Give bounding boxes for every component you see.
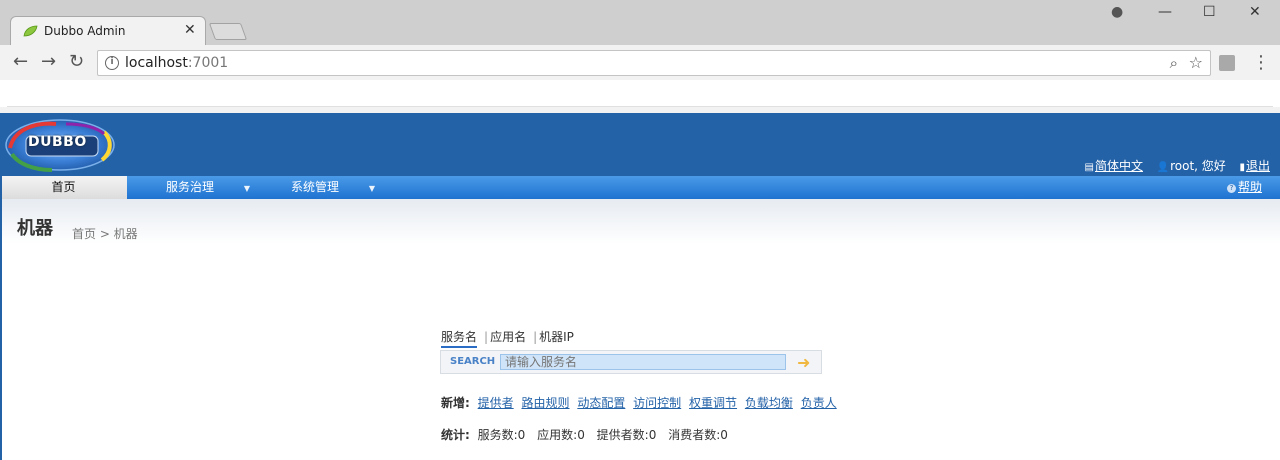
close-window-button[interactable]: ✕ (1249, 4, 1261, 20)
user-greeting: root, 您好 (1170, 159, 1226, 173)
add-loadbalance-link[interactable]: 负载均衡 (745, 396, 793, 410)
user-icon: 👤 (1156, 162, 1170, 173)
search-label: SEARCH (450, 356, 496, 367)
add-access-link[interactable]: 访问控制 (633, 396, 681, 410)
account-icon[interactable]: ● (1111, 4, 1123, 20)
browser-tab-strip: Dubbo Admin ✕ ● — ☐ ✕ (0, 0, 1280, 45)
url-text[interactable]: localhost:7001 (125, 55, 228, 71)
content-header-bg (0, 199, 1280, 244)
search-input[interactable] (500, 354, 786, 370)
nav-item-label: 系统管理 (291, 180, 340, 194)
language-link[interactable]: 简体中文 (1095, 159, 1143, 173)
extension-icon[interactable] (1219, 55, 1235, 71)
minimize-button[interactable]: — (1158, 4, 1172, 20)
nav-item-label: 服务治理 (166, 180, 215, 194)
tab-close-icon[interactable]: ✕ (184, 22, 196, 38)
chevron-down-icon: ▼ (243, 184, 250, 193)
left-border (0, 113, 2, 460)
stat-providers: 提供者数:0 (596, 428, 657, 442)
header-links: ▤简体中文 👤root, 您好 ▮退出 (1085, 157, 1270, 174)
url-port: :7001 (187, 55, 229, 71)
nav-item-service-governance[interactable]: 服务治理 ▼ (166, 176, 250, 199)
search-tabs: 服务名 | 应用名 | 机器IP (441, 328, 574, 348)
back-button[interactable]: ← (13, 52, 28, 72)
leaf-icon (23, 25, 38, 37)
stats: 统计: 服务数:0 应用数:0 提供者数:0 消费者数:0 (441, 426, 736, 443)
search-arrow-icon[interactable]: ➜ (797, 353, 810, 372)
add-owner-link[interactable]: 负责人 (801, 396, 837, 410)
add-route-link[interactable]: 路由规则 (521, 396, 569, 410)
zoom-icon[interactable]: ⌕ (1170, 54, 1178, 72)
maximize-button[interactable]: ☐ (1203, 4, 1216, 20)
add-links: 新增: 提供者 路由规则 动态配置 访问控制 权重调节 负载均衡 负责人 (441, 394, 841, 411)
search-tab-service[interactable]: 服务名 (441, 328, 478, 348)
add-provider-link[interactable]: 提供者 (478, 396, 514, 410)
browser-menu-icon[interactable]: ⋮ (1252, 52, 1270, 73)
url-host: localhost (125, 55, 188, 71)
logout-icon: ▮ (1239, 162, 1245, 173)
reload-button[interactable]: ↻ (69, 52, 84, 72)
stats-label: 统计: (441, 428, 470, 442)
search-tab-machine-ip[interactable]: 机器IP (539, 328, 574, 345)
help-link[interactable]: 帮助 (1238, 180, 1262, 194)
add-label: 新增: (441, 396, 470, 410)
document-icon: ▤ (1084, 162, 1094, 173)
browser-tab[interactable]: Dubbo Admin ✕ (10, 16, 206, 45)
stat-services: 服务数:0 (477, 428, 526, 442)
logo-text: DUBBO (28, 134, 87, 150)
chevron-down-icon: ▼ (368, 184, 375, 193)
search-box: SEARCH ➜ (440, 350, 822, 374)
add-config-link[interactable]: 动态配置 (577, 396, 625, 410)
breadcrumb: 首页 > 机器 (72, 227, 138, 241)
page-title: 机器 (17, 218, 53, 239)
stat-consumers: 消费者数:0 (668, 428, 728, 442)
logout-link[interactable]: 退出 (1246, 159, 1270, 173)
nav-item-home[interactable]: 首页 (0, 176, 127, 199)
main-nav: 首页 服务治理 ▼ 系统管理 ▼ ? 帮助 (0, 176, 1280, 199)
tab-divider: | (484, 330, 489, 344)
stat-applications: 应用数:0 (537, 428, 585, 442)
add-weight-link[interactable]: 权重调节 (689, 396, 737, 410)
nav-item-system-management[interactable]: 系统管理 ▼ (291, 176, 375, 199)
app-header: DUBBO ▤简体中文 👤root, 您好 ▮退出 (0, 113, 1280, 176)
bookmark-star-icon[interactable]: ☆ (1189, 53, 1203, 72)
help: ? 帮助 (1226, 176, 1262, 199)
browser-toolbar: ← → ↻ i localhost:7001 ⌕ ☆ ⋮ (0, 45, 1280, 80)
tab-title: Dubbo Admin (44, 24, 126, 38)
help-icon: ? (1226, 184, 1236, 193)
forward-button[interactable]: → (41, 52, 56, 72)
new-tab-button[interactable] (208, 23, 248, 40)
tab-divider: | (533, 330, 538, 344)
bookmarks-bar (7, 80, 1273, 107)
address-bar[interactable]: i localhost:7001 ⌕ ☆ (97, 50, 1211, 76)
info-icon[interactable]: i (105, 56, 119, 70)
search-tab-application[interactable]: 应用名 (490, 328, 526, 345)
